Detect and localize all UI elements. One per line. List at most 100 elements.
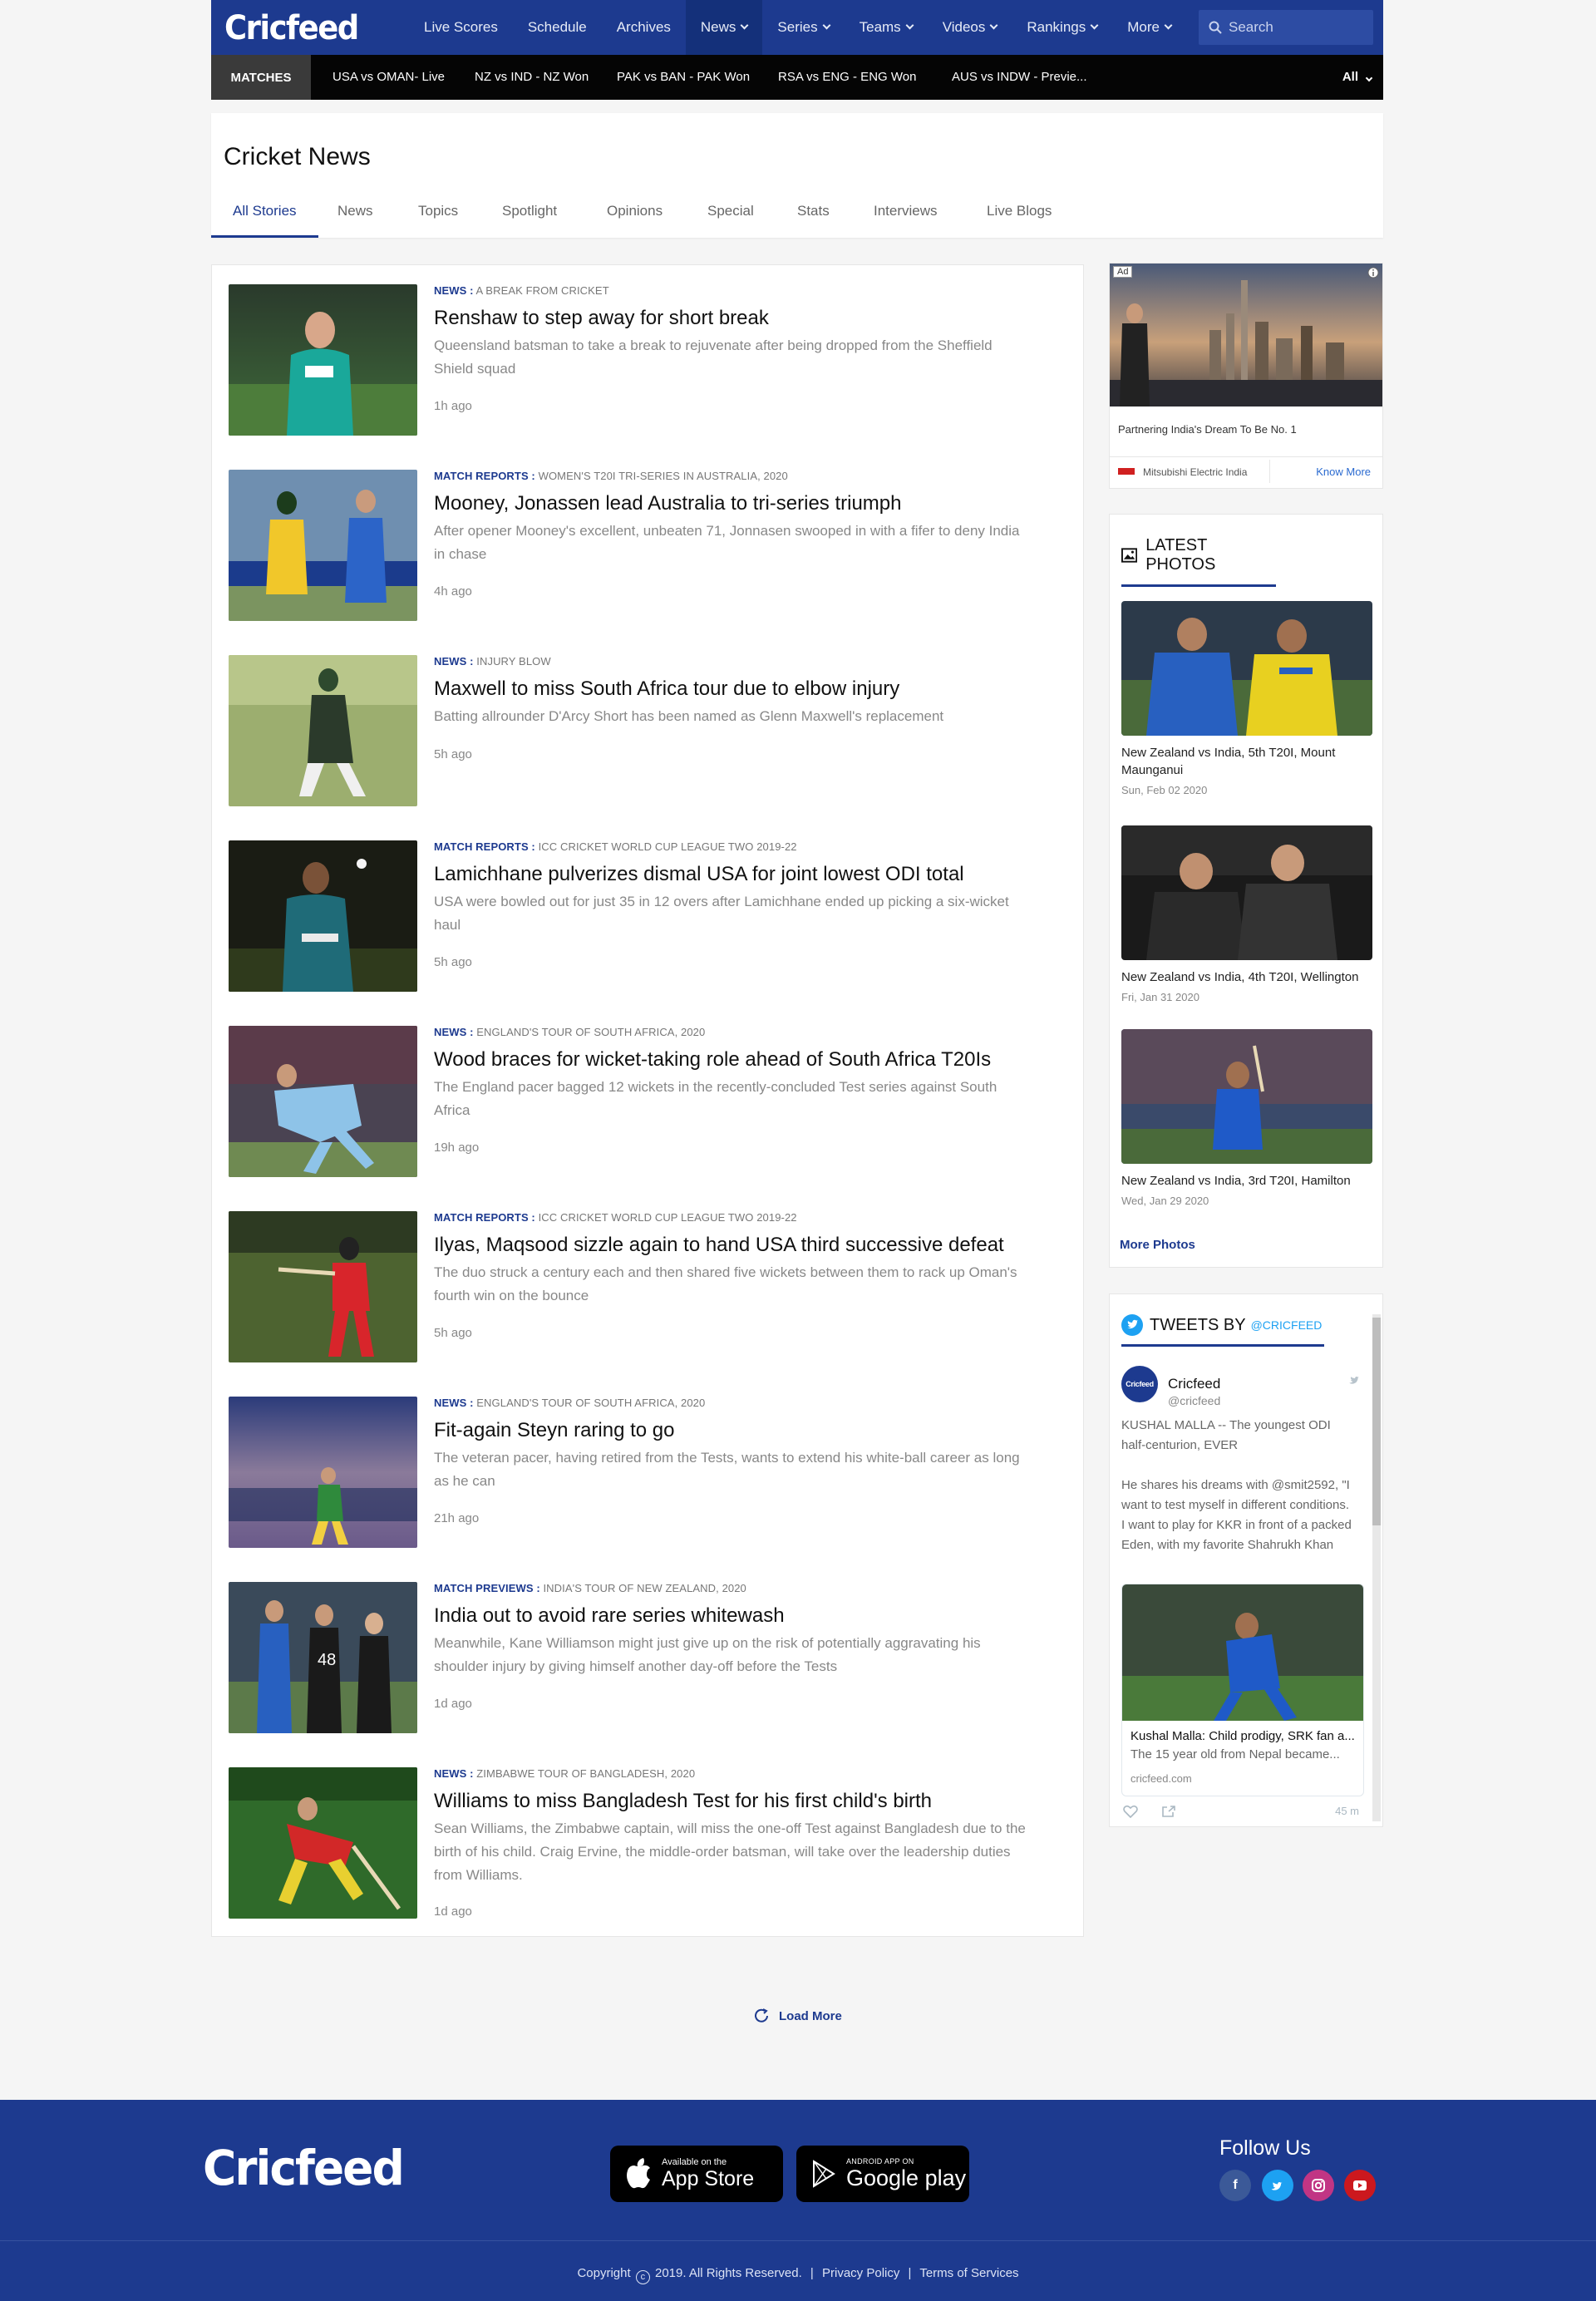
article-thumbnail[interactable] <box>229 470 417 621</box>
article-category[interactable]: MATCH REPORTS : <box>434 1211 535 1224</box>
nav-live-scores[interactable]: Live Scores <box>409 0 513 55</box>
terms-link[interactable]: Terms of Services <box>919 2266 1018 2280</box>
article-title[interactable]: Maxwell to miss South Africa tour due to… <box>434 677 1049 702</box>
photo-caption[interactable]: New Zealand vs India, 5th T20I, Mount Ma… <box>1121 744 1372 779</box>
nav-schedule[interactable]: Schedule <box>513 0 602 55</box>
instagram-icon[interactable] <box>1303 2170 1334 2201</box>
site-logo[interactable]: Cricfeed <box>211 8 409 47</box>
article-topic[interactable]: INDIA'S TOUR OF NEW ZEALAND, 2020 <box>543 1582 746 1594</box>
tweet-author-name[interactable]: Cricfeed <box>1168 1376 1220 1392</box>
article-title[interactable]: Williams to miss Bangladesh Test for his… <box>434 1790 1049 1814</box>
article-topic[interactable]: A BREAK FROM CRICKET <box>476 284 609 297</box>
nav-news[interactable]: News <box>685 0 763 55</box>
article-title[interactable]: Ilyas, Maqsood sizzle again to hand USA … <box>434 1234 1049 1258</box>
ad-cta-button[interactable]: Know More <box>1316 466 1371 478</box>
article-topic[interactable]: ICC CRICKET WORLD CUP LEAGUE TWO 2019-22 <box>539 1211 797 1224</box>
article-thumbnail[interactable] <box>229 655 417 806</box>
match-link[interactable]: NZ vs IND - NZ Won <box>475 70 589 84</box>
article-category[interactable]: NEWS : <box>434 284 474 297</box>
avatar[interactable]: Cricfeed <box>1121 1366 1158 1402</box>
tab-spotlight[interactable]: Spotlight <box>502 193 557 238</box>
tab-all-stories[interactable]: All Stories <box>211 193 318 238</box>
search-input[interactable]: Search <box>1199 10 1373 45</box>
article-thumbnail[interactable] <box>229 1767 417 1919</box>
article-item[interactable]: NEWS : INJURY BLOW Maxwell to miss South… <box>229 655 1068 809</box>
tab-special[interactable]: Special <box>707 193 754 238</box>
article-topic[interactable]: ENGLAND'S TOUR OF SOUTH AFRICA, 2020 <box>476 1026 705 1038</box>
nav-more[interactable]: More <box>1112 0 1186 55</box>
privacy-policy-link[interactable]: Privacy Policy <box>822 2266 899 2280</box>
article-title[interactable]: Renshaw to step away for short break <box>434 307 1049 331</box>
app-store-button[interactable]: Available on the App Store <box>610 2146 783 2202</box>
photo-card[interactable]: New Zealand vs India, 3rd T20I, Hamilton… <box>1121 1029 1372 1207</box>
photo-thumbnail[interactable] <box>1121 1029 1372 1164</box>
article-thumbnail[interactable]: 48 <box>229 1582 417 1733</box>
article-thumbnail[interactable] <box>229 1026 417 1177</box>
article-topic[interactable]: ZIMBABWE TOUR OF BANGLADESH, 2020 <box>476 1767 695 1780</box>
tweet-link-card[interactable]: Kushal Malla: Child prodigy, SRK fan a..… <box>1121 1584 1364 1796</box>
nav-rankings[interactable]: Rankings <box>1012 0 1112 55</box>
article-title[interactable]: India out to avoid rare series whitewash <box>434 1604 1049 1628</box>
tweets-handle-link[interactable]: @CRICFEED <box>1251 1318 1323 1332</box>
facebook-icon[interactable]: f <box>1219 2170 1251 2201</box>
article-title[interactable]: Mooney, Jonassen lead Australia to tri-s… <box>434 492 1049 516</box>
article-topic[interactable]: ENGLAND'S TOUR OF SOUTH AFRICA, 2020 <box>476 1397 705 1409</box>
article-thumbnail[interactable] <box>229 1211 417 1362</box>
google-play-button[interactable]: ANDROID APP ON Google play <box>796 2146 969 2202</box>
tweet-author-handle[interactable]: @cricfeed <box>1168 1394 1220 1407</box>
photo-card[interactable]: New Zealand vs India, 5th T20I, Mount Ma… <box>1121 601 1372 796</box>
photo-caption[interactable]: New Zealand vs India, 4th T20I, Wellingt… <box>1121 968 1372 986</box>
article-category[interactable]: NEWS : <box>434 1767 474 1780</box>
like-icon[interactable] <box>1123 1805 1138 1818</box>
article-item[interactable]: NEWS : ZIMBABWE TOUR OF BANGLADESH, 2020… <box>229 1767 1068 1921</box>
article-thumbnail[interactable] <box>229 1397 417 1548</box>
tab-interviews[interactable]: Interviews <box>874 193 938 238</box>
article-item[interactable]: NEWS : ENGLAND'S TOUR OF SOUTH AFRICA, 2… <box>229 1397 1068 1550</box>
tweets-scrollbar[interactable] <box>1372 1314 1381 1821</box>
article-category[interactable]: NEWS : <box>434 655 474 668</box>
tab-stats[interactable]: Stats <box>797 193 830 238</box>
tab-live-blogs[interactable]: Live Blogs <box>987 193 1052 238</box>
nav-videos[interactable]: Videos <box>928 0 1012 55</box>
photo-thumbnail[interactable] <box>1121 601 1372 736</box>
article-topic[interactable]: WOMEN'S T20I TRI-SERIES IN AUSTRALIA, 20… <box>539 470 788 482</box>
photo-thumbnail[interactable] <box>1121 825 1372 960</box>
article-title[interactable]: Lamichhane pulverizes dismal USA for joi… <box>434 863 1049 887</box>
article-category[interactable]: NEWS : <box>434 1397 474 1409</box>
article-category[interactable]: NEWS : <box>434 1026 474 1038</box>
ad-headline[interactable]: Partnering India's Dream To Be No. 1 <box>1118 423 1297 436</box>
article-item[interactable]: NEWS : ENGLAND'S TOUR OF SOUTH AFRICA, 2… <box>229 1026 1068 1180</box>
more-photos-link[interactable]: More Photos <box>1120 1238 1195 1252</box>
nav-series[interactable]: Series <box>762 0 844 55</box>
tab-opinions[interactable]: Opinions <box>607 193 663 238</box>
match-link[interactable]: PAK vs BAN - PAK Won <box>617 70 750 84</box>
article-item[interactable]: 48 MATCH PREVIEWS : INDIA'S TOUR OF NEW … <box>229 1582 1068 1736</box>
article-item[interactable]: MATCH REPORTS : ICC CRICKET WORLD CUP LE… <box>229 840 1068 994</box>
article-item[interactable]: MATCH REPORTS : WOMEN'S T20I TRI-SERIES … <box>229 470 1068 623</box>
match-filter-dropdown[interactable]: All <box>1342 70 1373 84</box>
tab-topics[interactable]: Topics <box>418 193 458 238</box>
share-icon[interactable] <box>1161 1805 1176 1818</box>
article-thumbnail[interactable] <box>229 840 417 992</box>
article-category[interactable]: MATCH REPORTS : <box>434 840 535 853</box>
match-link[interactable]: USA vs OMAN- Live <box>332 70 445 84</box>
match-link[interactable]: AUS vs INDW - Previe... <box>952 70 1087 84</box>
match-link[interactable]: RSA vs ENG - ENG Won <box>778 70 916 84</box>
youtube-icon[interactable] <box>1344 2170 1376 2201</box>
scrollbar-thumb[interactable] <box>1372 1318 1381 1525</box>
nav-archives[interactable]: Archives <box>602 0 686 55</box>
article-thumbnail[interactable] <box>229 284 417 436</box>
load-more-button[interactable]: Load More <box>752 2007 842 2025</box>
article-topic[interactable]: INJURY BLOW <box>476 655 550 668</box>
ad-info-icon[interactable] <box>1367 267 1379 278</box>
article-title[interactable]: Fit-again Steyn raring to go <box>434 1419 1049 1443</box>
article-category[interactable]: MATCH PREVIEWS : <box>434 1582 540 1594</box>
article-topic[interactable]: ICC CRICKET WORLD CUP LEAGUE TWO 2019-22 <box>539 840 797 853</box>
article-category[interactable]: MATCH REPORTS : <box>434 470 535 482</box>
advertisement[interactable]: Ad Partnering India's Dream To Be No. 1 … <box>1109 263 1383 489</box>
article-item[interactable]: MATCH REPORTS : ICC CRICKET WORLD CUP LE… <box>229 1211 1068 1365</box>
article-title[interactable]: Wood braces for wicket-taking role ahead… <box>434 1048 1049 1072</box>
photo-card[interactable]: New Zealand vs India, 4th T20I, Wellingt… <box>1121 825 1372 1003</box>
article-item[interactable]: NEWS : A BREAK FROM CRICKET Renshaw to s… <box>229 284 1068 438</box>
photo-caption[interactable]: New Zealand vs India, 3rd T20I, Hamilton <box>1121 1172 1372 1190</box>
